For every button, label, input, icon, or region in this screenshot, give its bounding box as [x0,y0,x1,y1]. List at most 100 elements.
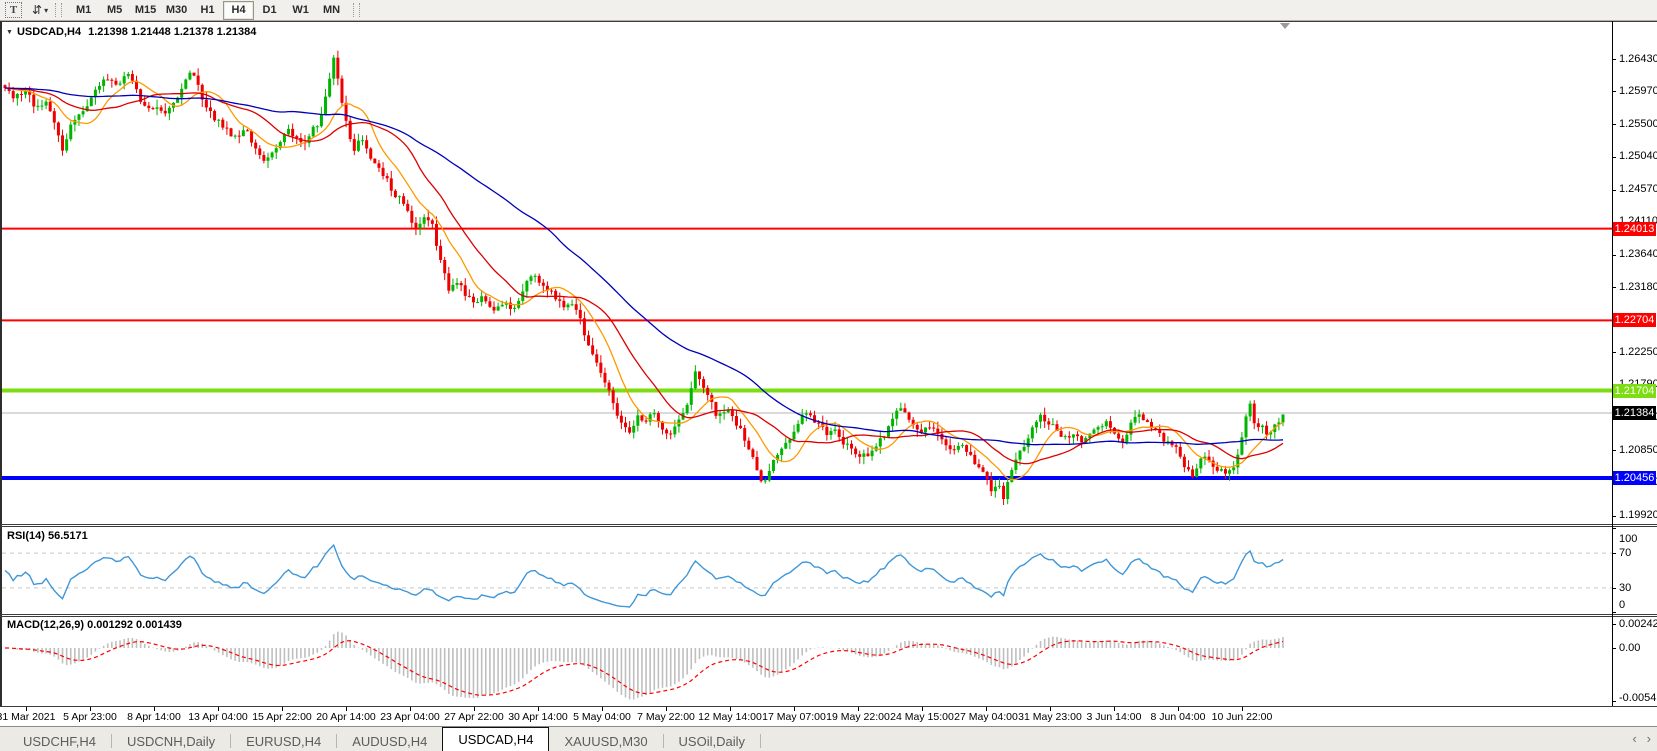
price-tick-label: 1.24570 [1619,183,1657,195]
rsi-panel-separator[interactable] [0,524,1657,525]
chart-title-ohlc: 1.21398 1.21448 1.21378 1.21384 [88,26,256,38]
time-tick-label: 15 Apr 22:00 [252,711,312,723]
macd-indicator-label: MACD(12,26,9) 0.001292 0.001439 [7,619,182,631]
timeframe-w1-button[interactable]: W1 [285,1,316,20]
chart-canvas[interactable] [0,21,1657,706]
macd-panel-separator[interactable] [0,614,1657,615]
price-tick-mark [1612,124,1616,125]
rsi-tick-mark [1612,553,1616,554]
time-tick-label: 3 Jun 14:00 [1087,711,1142,723]
price-tick-mark [1612,516,1616,517]
chart-tab-bar: USDCHF,H4 USDCNH,Daily EURUSD,H4 AUDUSD,… [0,726,1657,751]
rsi-indicator-label: RSI(14) 56.5171 [7,530,88,542]
macd-panel-separator[interactable] [0,616,1657,617]
tab-usoil-daily[interactable]: USOil,Daily [664,732,760,751]
time-tick-label: 8 Apr 14:00 [127,711,181,723]
rsi-tick-mark [1612,588,1616,589]
tab-usdcnh-daily[interactable]: USDCNH,Daily [112,732,230,751]
price-tick-label: 1.23640 [1619,248,1657,260]
chart-window-top-border [0,21,1657,22]
tab-separator [760,734,761,748]
time-tick-label: 31 May 23:00 [1018,711,1082,723]
price-tick-label: 1.25970 [1619,85,1657,97]
price-tick-mark [1612,287,1616,288]
macd-tick-mark [1612,648,1616,649]
price-tick-label: 1.20850 [1619,444,1657,456]
tabs-scroll-right-icon[interactable]: › [1647,731,1651,747]
price-badge: 1.21384 [1613,406,1656,420]
tab-usdcad-h4[interactable]: USDCAD,H4 [442,727,549,751]
price-tick-label: 1.25500 [1619,118,1657,130]
time-tick-label: 8 Jun 04:00 [1151,711,1206,723]
timeframe-h1-button[interactable]: H1 [192,1,223,20]
time-tick-label: 19 May 22:00 [826,711,890,723]
tab-eurusd-h4[interactable]: EURUSD,H4 [231,732,336,751]
time-tick-label: 27 Apr 22:00 [444,711,504,723]
timeframe-h4-button[interactable]: H4 [223,1,254,20]
tab-audusd-h4[interactable]: AUDUSD,H4 [337,732,442,751]
timeframe-m30-button[interactable]: M30 [161,1,192,20]
price-axis[interactable]: 1.264301.259701.255001.250401.245701.241… [1612,21,1657,706]
timeframe-d1-button[interactable]: D1 [254,1,285,20]
time-tick-label: 7 May 22:00 [637,711,695,723]
tabs-scroll-left-icon[interactable]: ‹ [1632,731,1636,747]
dropdown-caret-icon: ▾ [44,6,48,15]
price-tick-mark [1612,157,1616,158]
collapse-chart-icon[interactable]: ▼ [6,29,13,36]
rsi-tick-label: 100 [1619,533,1637,545]
time-tick-label: 30 Apr 14:00 [508,711,568,723]
macd-tick-mark [1612,701,1616,702]
time-tick-label: 23 Apr 04:00 [380,711,440,723]
chart-window-left-border [0,21,2,706]
price-tick-mark [1612,352,1616,353]
price-tick-label: 1.19920 [1619,509,1657,521]
price-tick-label: 1.25040 [1619,150,1657,162]
price-tick-label: 1.26430 [1619,53,1657,65]
time-tick-label: 13 Apr 04:00 [188,711,248,723]
text-tool-icon: T [5,2,22,18]
toolbar-separator [55,3,62,17]
macd-tick-mark [1612,624,1616,625]
price-tick-mark [1612,255,1616,256]
time-tick-label: 31 Mar 2021 [0,711,55,723]
price-badge: 1.24013 [1613,222,1656,236]
time-tick-label: 27 May 04:00 [954,711,1018,723]
rsi-tick-mark [1612,612,1616,613]
cycle-tool-button[interactable]: ⇵ ▾ [24,1,48,19]
toolbar-separator [353,3,360,17]
time-tick-label: 10 Jun 22:00 [1212,711,1273,723]
time-tick-label: 17 May 07:00 [762,711,826,723]
time-tick-label: 5 Apr 23:00 [63,711,117,723]
macd-tick-label: -0.0054 [1619,692,1656,704]
timeframe-m15-button[interactable]: M15 [130,1,161,20]
price-badge: 1.21704 [1613,384,1656,398]
top-toolbar: T ⇵ ▾ M1 M5 M15 M30 H1 H4 D1 W1 MN [0,0,1657,21]
macd-tick-label: 0.002429 [1619,618,1657,630]
timeframe-m5-button[interactable]: M5 [99,1,130,20]
price-tick-label: 1.23180 [1619,281,1657,293]
price-badge: 1.22704 [1613,313,1656,327]
time-tick-label: 20 Apr 14:00 [316,711,376,723]
price-tick-mark [1612,450,1616,451]
rsi-tick-mark [1612,528,1616,529]
cycle-arrows-icon: ⇵ [32,3,42,17]
time-tick-label: 12 May 14:00 [698,711,762,723]
price-tick-label: 1.22250 [1619,346,1657,358]
timeframe-m1-button[interactable]: M1 [68,1,99,20]
tab-scroll-controls: ‹ › [1632,731,1651,747]
rsi-tick-label: 30 [1619,582,1631,594]
price-tick-mark [1612,190,1616,191]
rsi-tick-label: 70 [1619,547,1631,559]
macd-tick-label: 0.00 [1619,642,1640,654]
chart-title-symbol: USDCAD,H4 [17,26,81,38]
price-tick-mark [1612,59,1616,60]
chart-title: ▼ USDCAD,H4 1.21398 1.21448 1.21378 1.2138… [6,26,256,38]
rsi-panel-separator[interactable] [0,526,1657,527]
chart-shift-marker[interactable] [1280,23,1290,29]
time-tick-label: 5 May 04:00 [573,711,631,723]
text-tool-button[interactable]: T [1,1,22,19]
tab-xauusd-m30[interactable]: XAUUSD,M30 [549,732,662,751]
time-axis[interactable]: 31 Mar 2021 5 Apr 23:00 8 Apr 14:00 13 Apr … [0,707,1612,726]
timeframe-mn-button[interactable]: MN [316,1,347,20]
tab-usdchf-h4[interactable]: USDCHF,H4 [8,732,111,751]
